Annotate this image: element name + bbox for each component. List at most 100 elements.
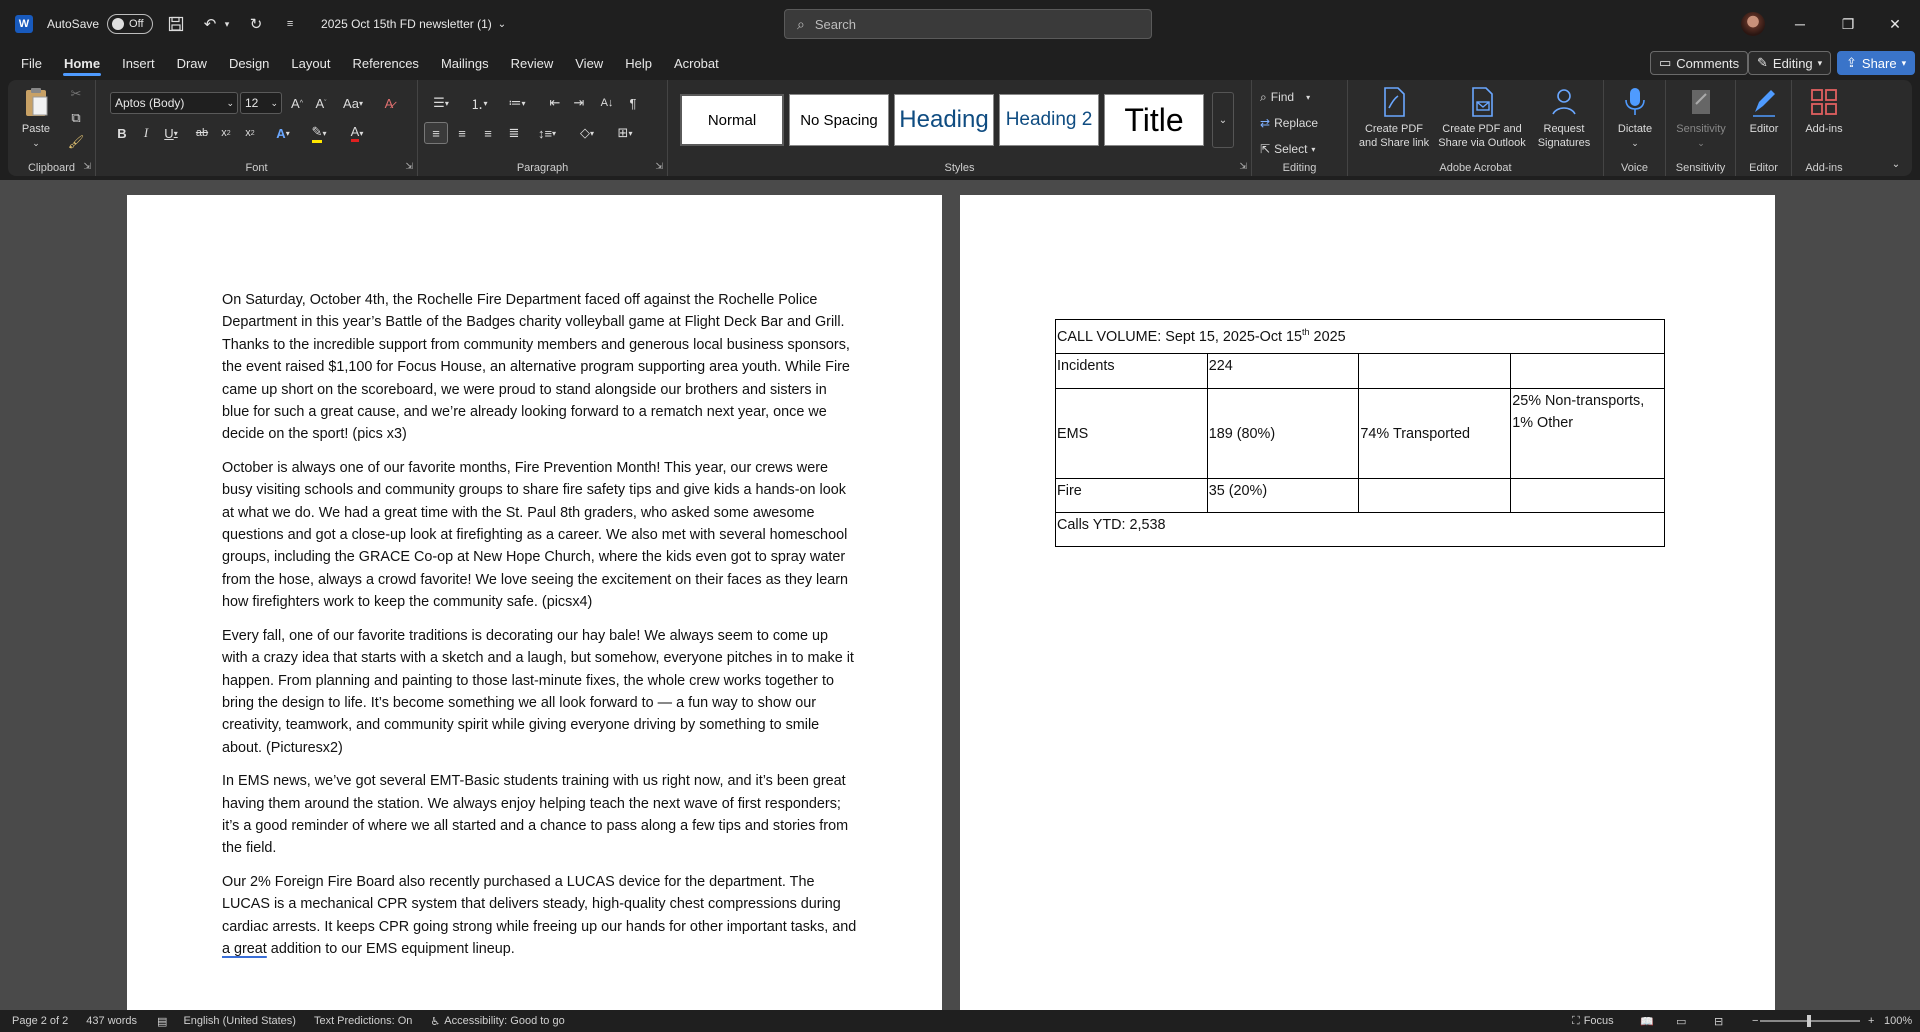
text-effects-icon[interactable]: A ▾ xyxy=(268,122,298,144)
language-status[interactable]: English (United States) xyxy=(183,1015,296,1027)
multilevel-list-icon[interactable]: ≔ ▾ xyxy=(500,92,534,114)
zoom-level[interactable]: 100% xyxy=(1884,1015,1912,1027)
paragraph-fire-prevention[interactable]: October is always one of our favorite mo… xyxy=(222,457,857,614)
paragraph-ems-news[interactable]: In EMS news, we’ve got several EMT-Basic… xyxy=(222,770,857,860)
paragraph-hay-bale[interactable]: Every fall, one of our favorite traditio… xyxy=(222,625,857,759)
table-cell[interactable] xyxy=(1358,478,1512,513)
accessibility-status[interactable]: ♿ Accessibility: Good to go xyxy=(430,1015,564,1028)
document-canvas[interactable]: On Saturday, October 4th, the Rochelle F… xyxy=(0,180,1920,1010)
page-1-body[interactable]: On Saturday, October 4th, the Rochelle F… xyxy=(222,289,857,971)
table-cell[interactable] xyxy=(1510,353,1665,389)
dialog-launcher-icon[interactable]: ⇲ xyxy=(655,161,663,172)
comments-button[interactable]: ▭ Comments xyxy=(1650,51,1749,75)
decrease-indent-icon[interactable]: ⇤ xyxy=(544,92,566,114)
tab-file[interactable]: File xyxy=(10,48,53,78)
table-cell[interactable]: 189 (80%) xyxy=(1206,388,1360,479)
table-cell[interactable] xyxy=(1510,478,1665,513)
format-painter-icon[interactable]: 🖌 xyxy=(66,132,86,152)
style-no-spacing[interactable]: No Spacing xyxy=(789,94,889,146)
page-2[interactable]: CALL VOLUME: Sept 15, 2025-Oct 15th 2025… xyxy=(960,195,1775,1010)
table-cell[interactable]: 224 xyxy=(1206,353,1360,389)
search-box[interactable]: ⌕ xyxy=(784,9,1152,39)
style-heading-2[interactable]: Heading 2 xyxy=(999,94,1099,146)
zoom-out-icon[interactable]: − xyxy=(1752,1015,1758,1027)
underline-icon[interactable]: U ▾ xyxy=(158,122,184,144)
editor-button[interactable]: Editor xyxy=(1740,86,1788,136)
dialog-launcher-icon[interactable]: ⇲ xyxy=(83,161,91,172)
undo-icon[interactable]: ↶ xyxy=(199,13,221,35)
web-layout-icon[interactable]: ⊟ xyxy=(1714,1015,1723,1028)
table-cell[interactable]: 25% Non-transports, 1% Other xyxy=(1510,388,1665,479)
table-cell[interactable]: 74% Transported xyxy=(1358,388,1512,479)
create-pdf-share-link-button[interactable]: Create PDF and Share link xyxy=(1356,86,1432,150)
align-right-icon[interactable]: ≡ xyxy=(476,122,500,144)
dictate-button[interactable]: Dictate ⌄ xyxy=(1610,86,1660,150)
table-title-cell[interactable]: CALL VOLUME: Sept 15, 2025-Oct 15th 2025 xyxy=(1055,319,1665,354)
text-predictions-status[interactable]: Text Predictions: On xyxy=(314,1015,412,1027)
undo-dropdown-icon[interactable]: ▾ xyxy=(221,13,233,35)
superscript-icon[interactable]: x2 xyxy=(240,122,260,144)
show-formatting-icon[interactable]: ¶ xyxy=(622,92,644,114)
cut-icon[interactable]: ✂ xyxy=(66,84,86,104)
replace-button[interactable]: ⇄ Replace xyxy=(1260,112,1340,134)
paragraph-volleyball[interactable]: On Saturday, October 4th, the Rochelle F… xyxy=(222,289,857,446)
style-normal[interactable]: Normal xyxy=(680,94,784,146)
table-cell[interactable]: Fire xyxy=(1055,478,1208,513)
proofing-underline-text[interactable]: a great xyxy=(222,941,267,957)
table-cell[interactable]: Incidents xyxy=(1055,353,1208,389)
tab-acrobat[interactable]: Acrobat xyxy=(663,48,730,78)
sensitivity-button[interactable]: Sensitivity ⌄ xyxy=(1670,86,1732,150)
select-button[interactable]: ⇱ Select ▾ xyxy=(1260,138,1340,160)
highlight-color-icon[interactable]: ✎ ▾ xyxy=(302,122,336,144)
page-1[interactable]: On Saturday, October 4th, the Rochelle F… xyxy=(127,195,942,1010)
avatar[interactable] xyxy=(1741,12,1765,36)
table-footer-cell[interactable]: Calls YTD: 2,538 xyxy=(1055,512,1665,547)
autosave-toggle[interactable]: Off xyxy=(107,14,154,34)
document-title[interactable]: 2025 Oct 15th FD newsletter (1) ⌄ xyxy=(321,17,506,31)
align-left-icon[interactable]: ≡ xyxy=(424,122,448,144)
increase-indent-icon[interactable]: ⇥ xyxy=(568,92,590,114)
styles-gallery-more-icon[interactable]: ⌄ xyxy=(1212,92,1234,148)
bullets-icon[interactable]: ☰ ▾ xyxy=(424,92,458,114)
line-spacing-icon[interactable]: ↕≡ ▾ xyxy=(530,122,564,144)
clear-formatting-icon[interactable]: A̷ xyxy=(378,92,400,114)
tab-insert[interactable]: Insert xyxy=(111,48,166,78)
sort-icon[interactable]: A↓ xyxy=(596,92,618,114)
find-button[interactable]: ⌕ Find ▾ xyxy=(1260,86,1340,108)
copy-icon[interactable]: ⧉ xyxy=(66,108,86,128)
redo-icon[interactable]: ↻ xyxy=(245,13,267,35)
change-case-icon[interactable]: Aa ▾ xyxy=(338,92,368,114)
close-icon[interactable]: ✕ xyxy=(1883,12,1907,36)
paragraph-lucas[interactable]: Our 2% Foreign Fire Board also recently … xyxy=(222,871,857,961)
minimize-icon[interactable]: ─ xyxy=(1788,12,1812,36)
tab-design[interactable]: Design xyxy=(218,48,280,78)
save-icon[interactable] xyxy=(165,13,187,35)
table-cell[interactable]: 35 (20%) xyxy=(1206,478,1360,513)
font-name-select[interactable]: Aptos (Body) ⌄ xyxy=(110,92,238,114)
word-count[interactable]: 437 words xyxy=(86,1015,137,1027)
tab-layout[interactable]: Layout xyxy=(280,48,341,78)
share-button[interactable]: ⇪ Share ▾ xyxy=(1837,51,1916,75)
strikethrough-icon[interactable]: ab xyxy=(192,122,212,144)
bold-icon[interactable]: B xyxy=(112,122,132,144)
page-count[interactable]: Page 2 of 2 xyxy=(12,1015,68,1027)
proofing-icon[interactable]: ▤ xyxy=(157,1015,167,1028)
style-heading[interactable]: Heading xyxy=(894,94,994,146)
shrink-font-icon[interactable]: Aˇ xyxy=(310,92,332,114)
tab-help[interactable]: Help xyxy=(614,48,663,78)
request-signatures-button[interactable]: Request Signatures xyxy=(1532,86,1596,150)
call-volume-table[interactable]: CALL VOLUME: Sept 15, 2025-Oct 15th 2025… xyxy=(1055,319,1665,547)
font-color-icon[interactable]: A ▾ xyxy=(340,122,374,144)
addins-button[interactable]: Add-ins xyxy=(1796,86,1852,136)
table-cell[interactable]: EMS xyxy=(1055,388,1208,479)
subscript-icon[interactable]: x2 xyxy=(216,122,236,144)
dialog-launcher-icon[interactable]: ⇲ xyxy=(1239,161,1247,172)
borders-icon[interactable]: ⊞ ▾ xyxy=(608,122,642,144)
restore-icon[interactable]: ❐ xyxy=(1836,12,1860,36)
zoom-slider[interactable] xyxy=(1760,1015,1860,1027)
shading-icon[interactable]: ◇ ▾ xyxy=(570,122,604,144)
justify-icon[interactable]: ≣ xyxy=(502,122,526,144)
tab-mailings[interactable]: Mailings xyxy=(430,48,500,78)
print-layout-icon[interactable]: ▭ xyxy=(1676,1015,1686,1028)
dialog-launcher-icon[interactable]: ⇲ xyxy=(405,161,413,172)
